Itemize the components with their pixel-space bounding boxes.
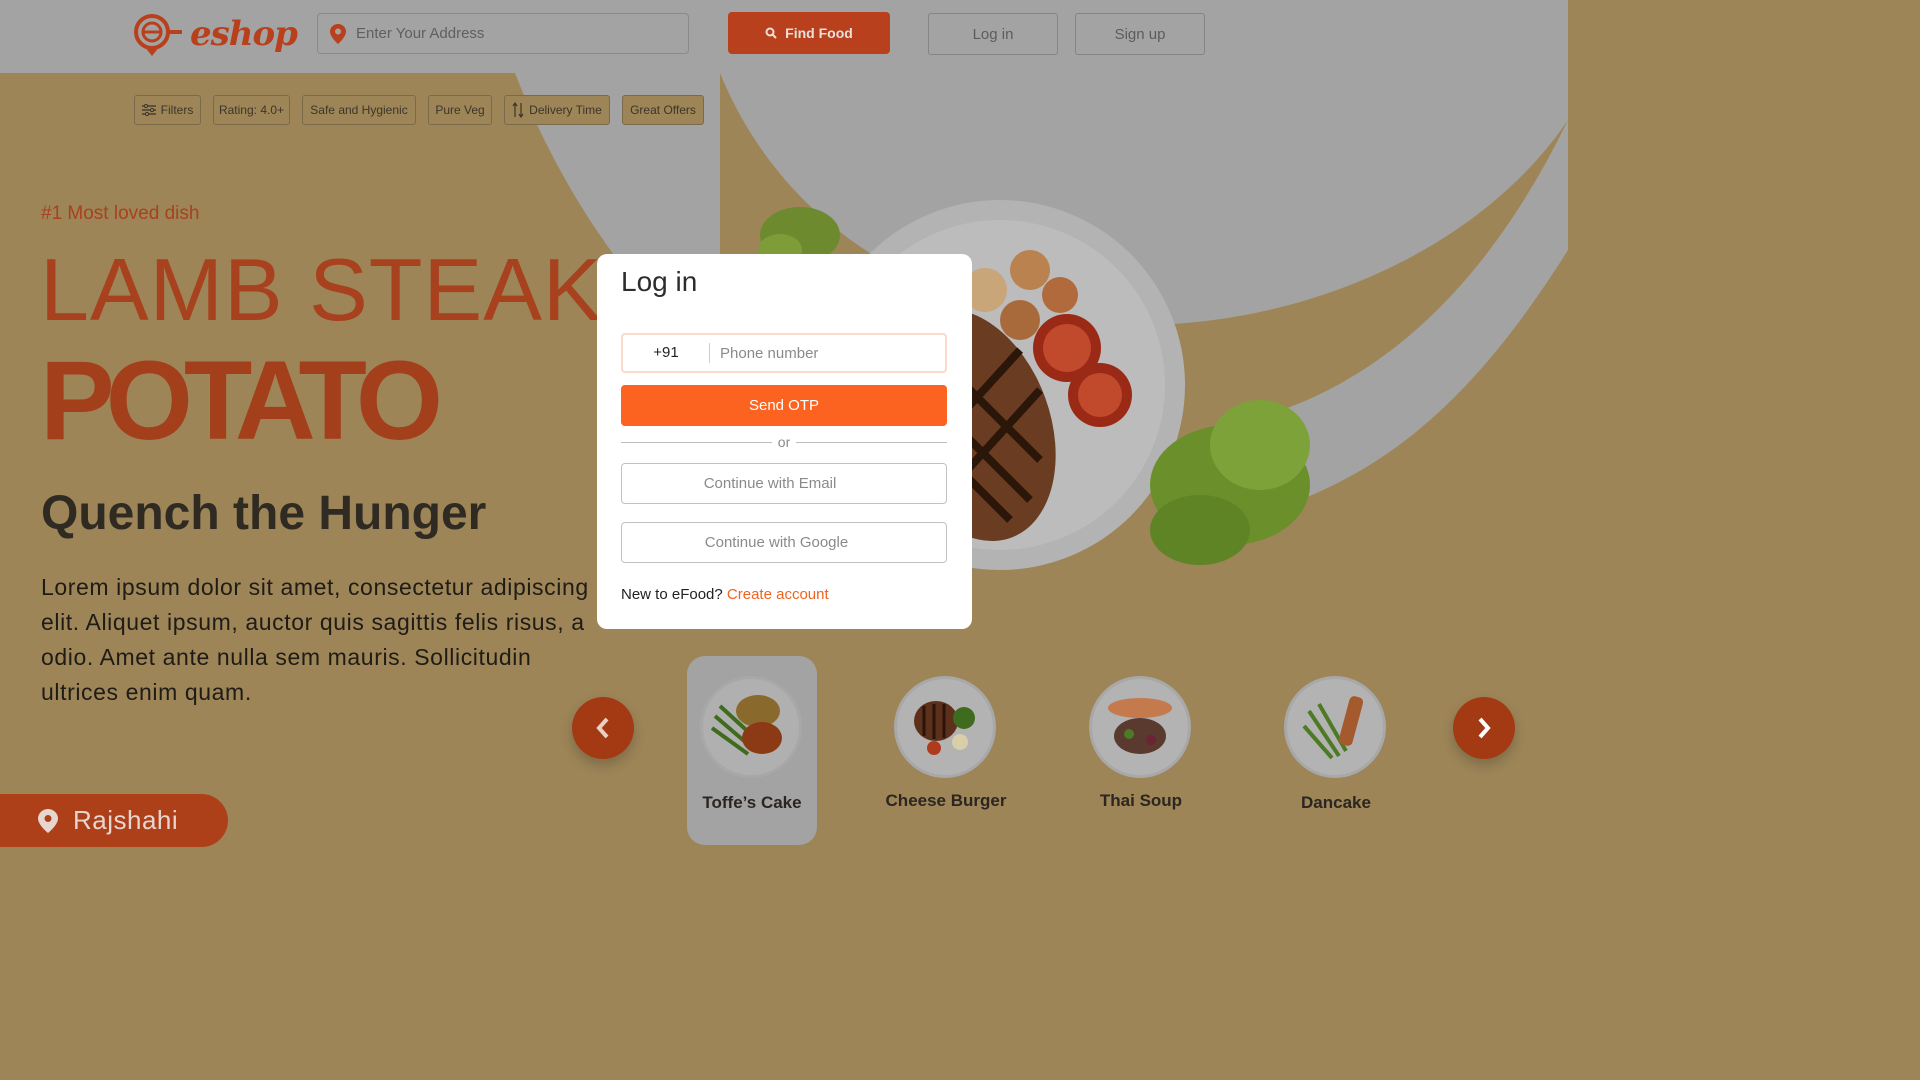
address-input[interactable]: Enter Your Address <box>317 13 689 54</box>
chevron-left-icon <box>596 717 609 739</box>
hero-title-line2: POTATO <box>40 338 443 463</box>
dish-label: Thai Soup <box>1099 791 1183 810</box>
dish-image-toffes-cake[interactable] <box>700 676 802 778</box>
dish-image-thai-soup[interactable] <box>1089 676 1191 778</box>
filter-chip-delivery-time[interactable]: Delivery Time <box>504 95 610 125</box>
brand-logo[interactable]: eshop <box>132 10 298 58</box>
continue-with-email-button[interactable]: Continue with Email <box>621 463 947 504</box>
dish-image-dancake[interactable] <box>1284 676 1386 778</box>
hero-title-line1: LAMB STEAK <box>40 240 603 339</box>
filter-chip-safe-hygienic[interactable]: Safe and Hygienic <box>302 95 416 125</box>
find-food-label: Find Food <box>785 25 853 41</box>
signup-button[interactable]: Sign up <box>1075 13 1205 55</box>
filter-chip-pure-veg[interactable]: Pure Veg <box>428 95 492 125</box>
filter-chip-rating[interactable]: Rating: 4.0+ <box>213 95 290 125</box>
divider-text: or <box>777 434 791 450</box>
sort-icon <box>512 102 524 118</box>
hero-subtitle: Quench the Hunger <box>41 487 487 540</box>
find-food-button[interactable]: Find Food <box>728 12 890 54</box>
carousel-next-button[interactable] <box>1453 697 1515 759</box>
country-code-select[interactable]: +91 <box>623 343 710 363</box>
or-divider: or <box>621 433 948 451</box>
google-button-label: Continue with Google <box>704 534 849 551</box>
dish-label: Toffe’s Cake <box>702 793 802 812</box>
modal-title: Log in <box>621 266 698 297</box>
dish-label: Cheese Burger <box>885 791 1007 810</box>
search-icon <box>765 27 777 39</box>
login-modal: Log in +91 Phone number Send OTP or Cont… <box>597 254 972 629</box>
new-user-prompt: New to eFood? Create account <box>621 586 829 603</box>
location-name: Rajshahi <box>73 805 179 835</box>
filter-chip-label: Filters <box>160 103 194 117</box>
dish-label: Dancake <box>1301 793 1371 812</box>
continue-with-google-button[interactable]: Continue with Google <box>621 522 947 563</box>
dish-image-cheese-burger[interactable] <box>894 676 996 778</box>
logo-icon <box>134 14 182 56</box>
location-badge[interactable]: Rajshahi <box>0 794 228 847</box>
hero-tagline: #1 Most loved dish <box>41 203 200 224</box>
carousel-prev-button[interactable] <box>572 697 634 759</box>
logo-text: eshop <box>190 14 298 54</box>
divider-line <box>796 441 948 443</box>
location-pin-icon <box>38 808 58 833</box>
new-user-text: New to eFood? <box>621 586 723 603</box>
phone-number-field[interactable]: +91 Phone number <box>621 333 947 373</box>
hero-description: Lorem ipsum dolor sit amet, consectetur … <box>41 574 589 705</box>
filter-chip-label: Delivery Time <box>529 103 602 117</box>
page: eshop Enter Your Address Find Food Log i… <box>0 0 1568 883</box>
top-header: eshop Enter Your Address Find Food Log i… <box>0 0 1568 73</box>
chevron-right-icon <box>1478 717 1491 739</box>
sliders-icon <box>141 104 156 116</box>
divider-line <box>621 441 772 443</box>
phone-number-input[interactable]: Phone number <box>720 345 818 362</box>
login-button[interactable]: Log in <box>928 13 1058 55</box>
location-pin-icon <box>330 23 346 44</box>
filter-chip-filters[interactable]: Filters <box>134 95 201 125</box>
address-placeholder: Enter Your Address <box>356 25 485 42</box>
filter-chip-great-offers[interactable]: Great Offers <box>622 95 704 125</box>
create-account-link[interactable]: Create account <box>727 586 829 603</box>
send-otp-button[interactable]: Send OTP <box>621 385 947 426</box>
email-button-label: Continue with Email <box>703 475 837 492</box>
